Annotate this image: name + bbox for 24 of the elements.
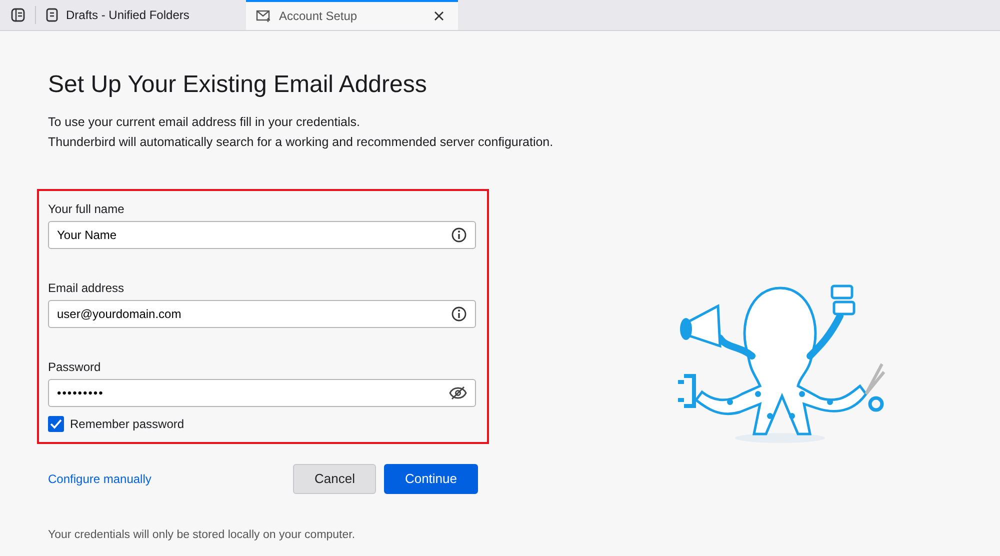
- continue-button[interactable]: Continue: [384, 464, 478, 494]
- tab[interactable]: Account Setup: [246, 0, 458, 30]
- field-label: Your full name: [48, 200, 126, 218]
- configure-link[interactable]: Configure manually: [48, 470, 152, 488]
- field-label: Password: [48, 358, 102, 376]
- input-field[interactable]: user@yourdomain.com: [48, 300, 476, 328]
- close-icon: [434, 11, 444, 21]
- info-icon: [451, 226, 467, 243]
- intro-text: Thunderbird will automatically search for a working and recommended server configuration.: [48, 134, 554, 151]
- checkbox-label: Remember password: [70, 416, 184, 433]
- info-icon: [451, 306, 467, 322]
- input-field[interactable]: Your Name: [48, 220, 476, 249]
- cancel-button[interactable]: Cancel: [293, 464, 376, 494]
- document-icon: [46, 8, 58, 22]
- sidebar-icon: [10, 8, 24, 22]
- field-label: Email address: [48, 280, 126, 297]
- footer-note: Your credentials will only be stored locally on your computer.: [48, 528, 356, 543]
- eye-slash-icon: [449, 386, 467, 400]
- tab[interactable]: Drafts - Unified Folders: [36, 0, 246, 30]
- checkbox[interactable]: [48, 416, 64, 432]
- page-heading: Set Up Your Existing Email Address: [48, 71, 428, 100]
- envelope-icon: [256, 10, 271, 22]
- input-field[interactable]: •••••••••: [48, 378, 476, 407]
- intro-text: To use your current email address fill in your credentials.: [48, 114, 361, 131]
